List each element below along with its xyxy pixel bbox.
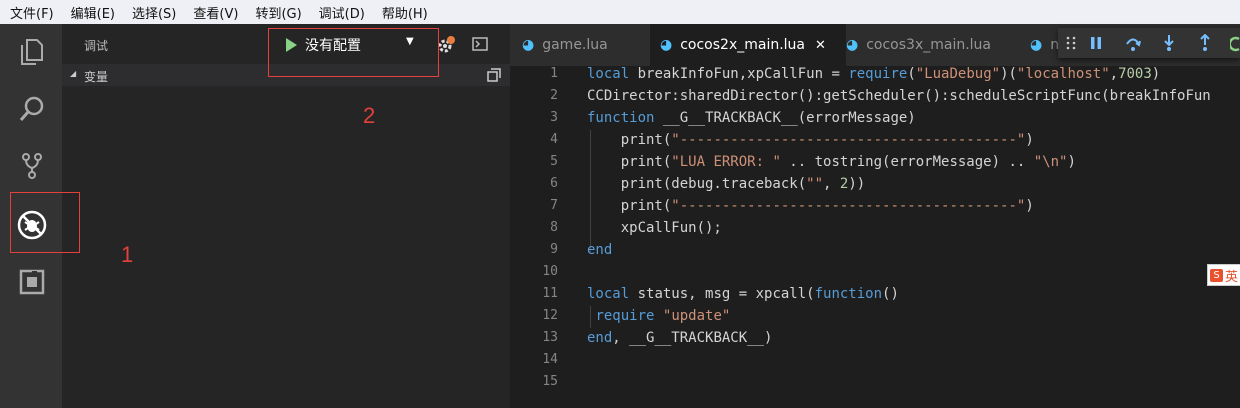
step-over-icon[interactable] <box>1124 34 1142 52</box>
code-line: print(debug.traceback("", 2)) <box>587 176 866 192</box>
menu-goto[interactable]: 转到(G) <box>245 3 308 22</box>
line-number: 4 <box>550 132 558 147</box>
line-number: 5 <box>550 154 558 169</box>
gear-icon[interactable] <box>436 35 456 55</box>
lua-file-icon: ◕ <box>846 37 859 53</box>
debug-console-icon[interactable] <box>472 37 488 51</box>
ime-label: 英 <box>1225 269 1239 285</box>
line-number: 1 <box>550 66 558 81</box>
line-number: 13 <box>542 330 558 345</box>
tab-cocos2x-main-lua[interactable]: ◕ cocos2x_main.lua ✕ <box>650 24 846 66</box>
lua-file-icon: ◕ <box>1030 37 1043 53</box>
step-into-icon[interactable] <box>1162 34 1176 52</box>
tab-game-lua[interactable]: ◕ game.lua <box>522 24 646 66</box>
code-line: xpCallFun(); <box>587 220 722 236</box>
annotation-box-config <box>268 28 439 77</box>
debug-sidebar: 调试 没有配置 ▼ ◢ 变量 <box>62 24 510 408</box>
tab-label: cocos3x_main.lua <box>866 37 992 53</box>
code-line: print("---------------------------------… <box>587 198 1034 214</box>
line-number: 11 <box>542 286 558 301</box>
sidebar-title: 调试 <box>84 39 109 53</box>
annotation-box-debug <box>10 192 80 253</box>
code-line: print("---------------------------------… <box>587 132 1034 148</box>
line-number: 12 <box>542 308 558 323</box>
menu-debug[interactable]: 调试(D) <box>309 3 372 22</box>
lua-file-icon: ◕ <box>660 37 673 53</box>
tab-label: game.lua <box>542 37 608 53</box>
line-number: 8 <box>550 220 558 235</box>
lua-file-icon: ◕ <box>522 37 535 53</box>
annotation-number-2: 2 <box>363 103 376 128</box>
debug-toolbar <box>1058 28 1240 58</box>
menu-edit[interactable]: 编辑(E) <box>61 3 122 22</box>
tab-label: cocos2x_main.lua <box>680 37 806 53</box>
tab-cocos3x-main-lua[interactable]: ◕ cocos3x_main.lua <box>846 24 1016 66</box>
code-line: local status, msg = xpcall(function() <box>587 286 899 302</box>
drag-handle-icon[interactable] <box>1066 36 1076 50</box>
restart-icon[interactable] <box>1230 34 1240 52</box>
menu-file[interactable]: 文件(F) <box>0 3 61 22</box>
line-number: 10 <box>542 264 558 279</box>
code-line: end <box>587 242 613 258</box>
code-line: local breakInfoFun,xpCallFun = require("… <box>587 66 1161 82</box>
pause-icon[interactable] <box>1090 36 1102 50</box>
code-line: CCDirector:sharedDirector():getScheduler… <box>587 88 1211 104</box>
menu-view[interactable]: 查看(V) <box>183 3 245 22</box>
collapse-caret-icon[interactable]: ◢ <box>70 69 76 78</box>
files-icon[interactable] <box>14 34 50 70</box>
step-out-icon[interactable] <box>1198 34 1212 52</box>
search-icon[interactable] <box>14 91 50 127</box>
line-number: 14 <box>542 352 558 367</box>
line-number: 7 <box>550 198 558 213</box>
code-editor[interactable]: 1 2 3 4 5 6 7 8 9 10 11 12 13 14 15 loca… <box>510 66 1240 408</box>
variables-section-label: 变量 <box>84 70 109 84</box>
menu-bar: 文件(F) 编辑(E) 选择(S) 查看(V) 转到(G) 调试(D) 帮助(H… <box>0 0 1240 25</box>
code-line: function __G__TRACKBACK__(errorMessage) <box>587 110 916 126</box>
line-number: 15 <box>542 374 558 389</box>
line-number: 9 <box>550 242 558 257</box>
sogou-icon: S <box>1210 268 1223 282</box>
menu-help[interactable]: 帮助(H) <box>372 3 435 22</box>
line-number: 6 <box>550 176 558 191</box>
code-line: require "update" <box>595 308 731 324</box>
ime-indicator[interactable]: S 英 <box>1207 264 1240 286</box>
line-number: 2 <box>550 88 558 103</box>
line-number: 3 <box>550 110 558 125</box>
source-control-icon[interactable] <box>14 148 50 184</box>
extensions-icon[interactable] <box>14 264 50 300</box>
menu-selection[interactable]: 选择(S) <box>122 3 183 22</box>
collapse-all-icon[interactable] <box>487 68 501 82</box>
annotation-number-1: 1 <box>121 242 134 267</box>
code-line: print("LUA ERROR: " .. tostring(errorMes… <box>587 154 1076 170</box>
close-icon[interactable]: ✕ <box>815 38 826 53</box>
code-line: end, __G__TRACKBACK__) <box>587 330 773 346</box>
